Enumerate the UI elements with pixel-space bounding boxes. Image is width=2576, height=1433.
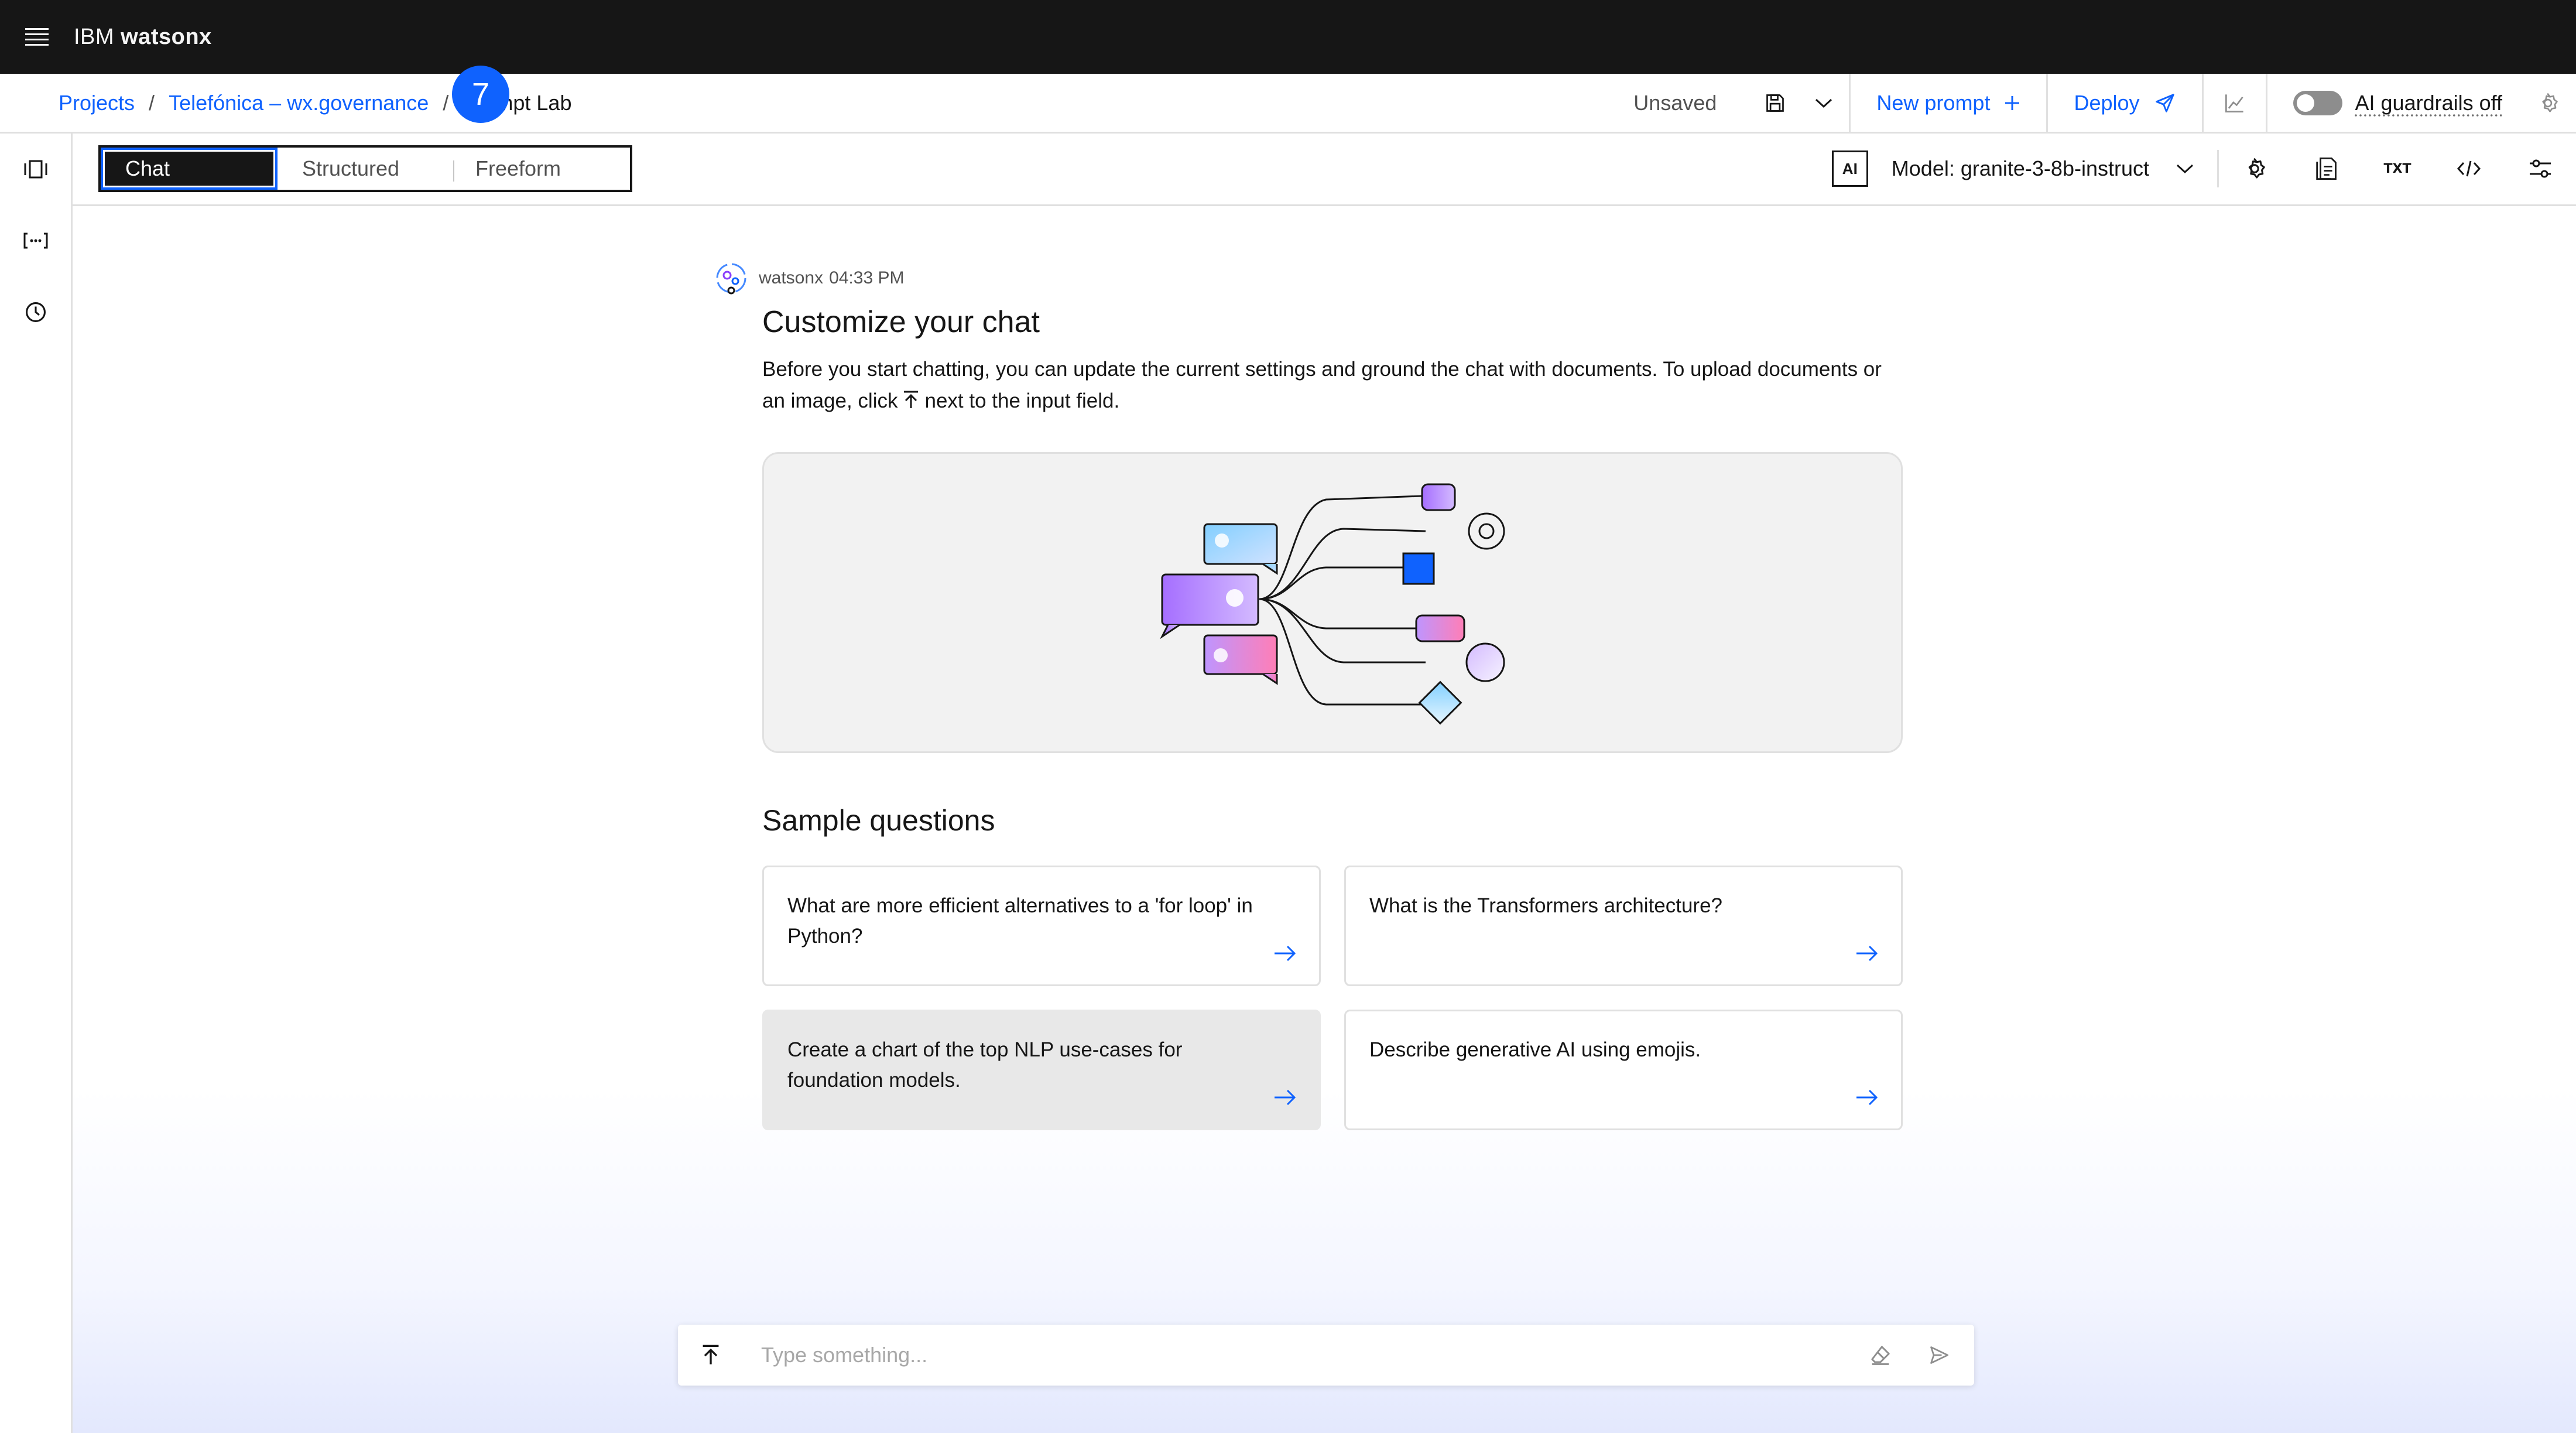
chat-canvas: watsonx 04:33 PM Customize your chat Bef… [73, 206, 2576, 1433]
arrow-right-icon [1856, 1089, 1878, 1106]
tab-structured-label: Structured [302, 156, 400, 180]
model-selector[interactable]: Model: granite-3-8b-instruct [1892, 156, 2149, 181]
step-badge: 7 [452, 66, 509, 123]
top-header: IBM watsonx [0, 0, 2576, 74]
brand-prefix: IBM [74, 24, 115, 49]
save-icon[interactable] [1752, 74, 1799, 132]
ai-guardrails-toggle[interactable]: AI guardrails off [2267, 74, 2520, 132]
tab-chat-label: Chat [125, 156, 170, 180]
toggle-switch[interactable] [2293, 91, 2342, 115]
sample-question-card[interactable]: Describe generative AI using emojis. [1344, 1010, 1903, 1130]
message-body: Before you start chatting, you can updat… [762, 354, 1910, 417]
upload-icon[interactable] [678, 1325, 744, 1386]
breadcrumb-separator: / [149, 91, 155, 115]
settings-icon[interactable] [2520, 74, 2576, 132]
deploy-button[interactable]: Deploy [2048, 74, 2201, 132]
ai-guardrails-label: AI guardrails off [2355, 91, 2502, 115]
sample-question-text: What is the Transformers architecture? [1369, 894, 1722, 917]
carousel-icon[interactable] [0, 134, 71, 205]
breadcrumb-separator: / [443, 91, 449, 115]
document-icon[interactable] [2290, 134, 2362, 204]
arrow-right-icon [1856, 945, 1878, 962]
sample-question-card[interactable]: What are more efficient alternatives to … [762, 866, 1321, 986]
sample-question-card[interactable]: Create a chart of the top NLP use-cases … [762, 1010, 1321, 1130]
tab-chat[interactable]: Chat [101, 148, 278, 190]
sample-question-text: Describe generative AI using emojis. [1369, 1038, 1701, 1061]
history-clock-icon[interactable] [0, 276, 71, 348]
sample-question-card[interactable]: What is the Transformers architecture? [1344, 866, 1903, 986]
tab-structured[interactable]: Structured [278, 148, 453, 190]
message-body-text-end: next to the input field. [924, 389, 1120, 412]
add-icon [2005, 96, 2020, 110]
arrow-right-icon [1275, 1089, 1296, 1106]
model-parameters-icon[interactable] [2219, 134, 2290, 204]
header-actions: Unsaved New prompt Deploy AI guardrails … [1633, 74, 2576, 132]
chat-illustration [762, 452, 1903, 753]
message-author: watsonx [759, 268, 824, 288]
txt-icon[interactable]: TXT [2362, 134, 2433, 204]
arrow-right-icon [1275, 945, 1296, 962]
send-plane-icon [2155, 94, 2174, 112]
mode-toolbar: Chat Structured Freeform AI Model: grani… [73, 134, 2576, 206]
new-prompt-button[interactable]: New prompt [1851, 74, 2046, 132]
sample-questions-title: Sample questions [762, 804, 995, 837]
sample-question-text: What are more efficient alternatives to … [787, 894, 1253, 948]
watsonx-avatar-icon [716, 263, 746, 295]
left-rail [0, 134, 73, 1433]
chevron-down-icon[interactable] [2164, 134, 2205, 204]
code-icon[interactable] [2433, 134, 2505, 204]
brand-product: watsonx [121, 24, 212, 49]
breadcrumb-link-project[interactable]: Telefónica – wx.governance [169, 91, 429, 115]
ai-badge: AI [1831, 151, 1868, 187]
message-title: Customize your chat [762, 305, 1040, 339]
send-icon[interactable] [1910, 1325, 1968, 1386]
message-header: watsonx 04:33 PM [713, 260, 904, 296]
chat-input-bar [678, 1325, 1974, 1386]
sliders-icon[interactable] [2505, 134, 2576, 204]
tab-freeform-label: Freeform [475, 156, 561, 180]
upload-icon [904, 391, 919, 408]
hamburger-menu-icon[interactable] [0, 0, 74, 74]
save-status: Unsaved [1633, 91, 1717, 115]
chevron-down-icon[interactable] [1799, 74, 1849, 132]
model-toolbar: AI Model: granite-3-8b-instruct TXT [1831, 134, 2576, 204]
tab-freeform[interactable]: Freeform [453, 148, 629, 190]
new-prompt-label: New prompt [1876, 91, 1991, 115]
eraser-icon[interactable] [1851, 1325, 1910, 1386]
variables-brackets-icon[interactable] [0, 205, 71, 276]
deploy-label: Deploy [2074, 91, 2140, 115]
message-time: 04:33 PM [829, 268, 905, 288]
action-bar: Projects / Telefónica – wx.governance / … [0, 74, 2576, 134]
decision-tree-illustration [1160, 483, 1505, 725]
sample-question-text: Create a chart of the top NLP use-cases … [787, 1038, 1183, 1092]
breadcrumb-link-projects[interactable]: Projects [59, 91, 135, 115]
product-name[interactable]: IBM watsonx [74, 25, 212, 50]
chart-line-icon[interactable] [2204, 74, 2266, 132]
mode-switcher: Chat Structured Freeform [98, 145, 632, 192]
chat-input[interactable] [744, 1343, 1851, 1367]
